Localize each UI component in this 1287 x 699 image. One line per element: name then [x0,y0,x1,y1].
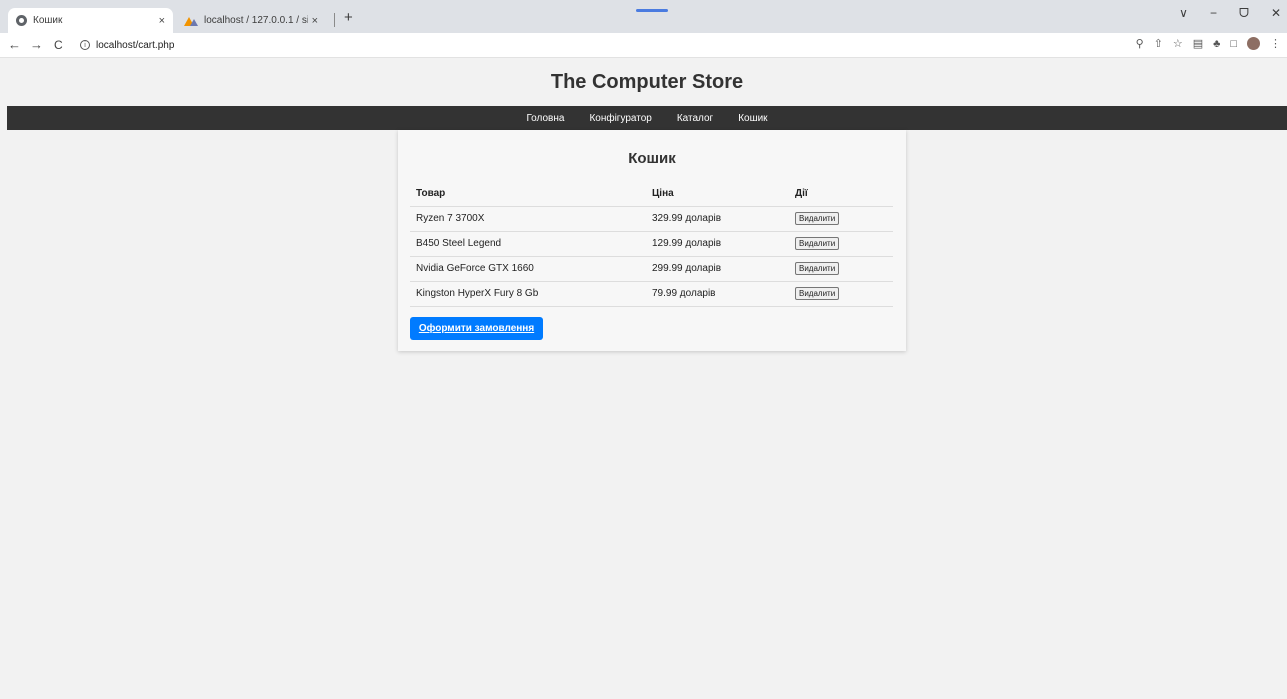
close-tab-icon[interactable]: × [159,15,165,27]
tab-title: Кошик [33,15,63,26]
nav-catalog[interactable]: Каталог [677,113,713,124]
nav-configurator[interactable]: Конфігуратор [589,113,651,124]
phpmyadmin-icon [184,16,198,26]
actions-cell: Видалити [789,281,893,307]
actions-cell: Видалити [789,256,893,282]
product-price: 299.99 доларів [646,256,789,282]
delete-button[interactable]: Видалити [795,212,840,225]
profile-avatar[interactable] [1247,37,1260,50]
delete-button[interactable]: Видалити [795,262,840,275]
delete-button[interactable]: Видалити [795,237,840,250]
menu-icon[interactable]: ⋮ [1270,37,1281,50]
restore-button[interactable]: ᗜ [1239,6,1249,21]
table-header-row: Товар Ціна Дії [410,182,893,207]
reload-icon[interactable]: C [54,38,63,52]
minimize-button[interactable]: − [1210,6,1217,21]
tab-separator [334,13,335,27]
url-text: localhost/cart.php [96,39,175,51]
browser-tab-strip: Кошик × localhost / 127.0.0.1 / site / o… [0,0,1287,33]
info-icon[interactable]: i [80,40,90,50]
column-header-actions: Дії [789,182,893,207]
close-tab-icon[interactable]: × [312,15,318,27]
web-page: The Computer Store Головна Конфігуратор … [7,58,1287,699]
cart-title: Кошик [628,150,676,167]
delete-button[interactable]: Видалити [795,287,840,300]
share-icon[interactable]: ⇧ [1154,37,1163,50]
table-row: Ryzen 7 3700X 329.99 доларів Видалити [410,206,893,232]
zoom-icon[interactable]: ⚲ [1136,37,1144,50]
product-name: Nvidia GeForce GTX 1660 [410,256,646,282]
reading-list-icon[interactable]: ▤ [1193,37,1203,50]
site-header: The Computer Store [7,58,1287,106]
forward-icon[interactable]: → [30,37,43,52]
globe-icon [16,15,27,26]
cart-panel: Кошик Товар Ціна Дії Ryzen 7 3700X 329.9… [398,130,906,351]
product-price: 79.99 доларів [646,281,789,307]
site-nav: Головна Конфігуратор Каталог Кошик [7,106,1287,130]
table-row: B450 Steel Legend 129.99 доларів Видалит… [410,231,893,257]
product-price: 329.99 доларів [646,206,789,232]
cart-table: Товар Ціна Дії Ryzen 7 3700X 329.99 дола… [410,182,893,307]
address-bar[interactable]: i localhost/cart.php [80,35,1100,55]
close-window-button[interactable]: ✕ [1271,6,1281,21]
product-price: 129.99 доларів [646,231,789,257]
toolbar-actions: ⚲ ⇧ ☆ ▤ ♣ □ ⋮ [1136,37,1281,50]
product-name: Ryzen 7 3700X [410,206,646,232]
tab-search-icon[interactable]: ∨ [1179,6,1188,21]
extensions-icon[interactable]: ♣ [1213,38,1220,50]
actions-cell: Видалити [789,206,893,232]
tab-phpmyadmin[interactable]: localhost / 127.0.0.1 / site / orde × [176,8,326,33]
table-row: Nvidia GeForce GTX 1660 299.99 доларів В… [410,256,893,282]
tab-cart[interactable]: Кошик × [8,8,173,33]
side-panel-icon[interactable]: □ [1230,38,1237,50]
browser-toolbar: ← → C i localhost/cart.php ⚲ ⇧ ☆ ▤ ♣ □ ⋮ [0,33,1287,58]
tab-title: localhost / 127.0.0.1 / site / orde [204,15,308,26]
actions-cell: Видалити [789,231,893,257]
product-name: B450 Steel Legend [410,231,646,257]
product-name: Kingston HyperX Fury 8 Gb [410,281,646,307]
bookmark-star-icon[interactable]: ☆ [1173,37,1183,50]
column-header-product: Товар [410,182,646,207]
table-row: Kingston HyperX Fury 8 Gb 79.99 доларів … [410,281,893,307]
tab-group-indicator [636,9,668,12]
back-icon[interactable]: ← [8,37,21,52]
site-title: The Computer Store [550,70,744,93]
nav-cart[interactable]: Кошик [738,113,767,124]
window-controls: ∨ − ᗜ ✕ [1179,6,1281,21]
checkout-button[interactable]: Оформити замовлення [410,317,543,340]
nav-home[interactable]: Головна [526,113,564,124]
new-tab-button[interactable]: + [344,9,353,26]
column-header-price: Ціна [646,182,789,207]
